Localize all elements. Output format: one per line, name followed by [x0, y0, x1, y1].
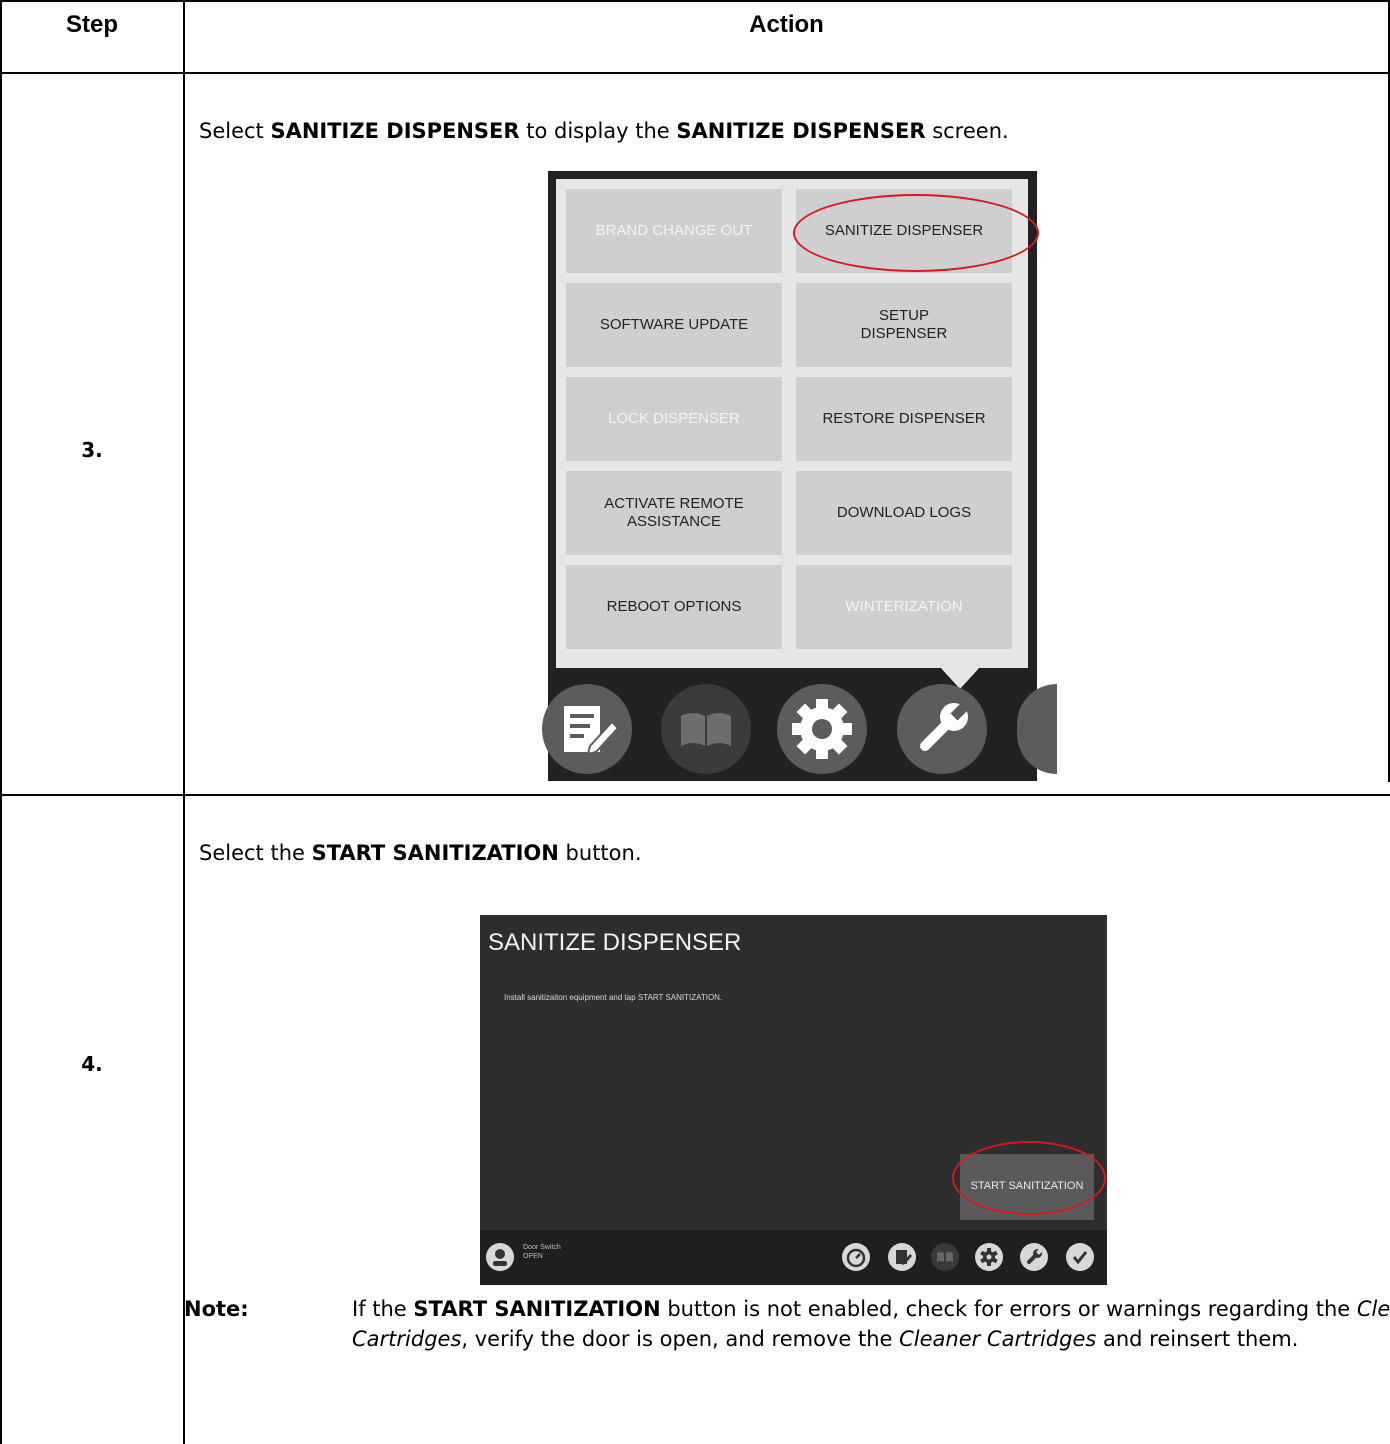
step-number: 3. — [81, 438, 103, 462]
instruction-message: Install sanitizaiton equipment and tap S… — [504, 993, 723, 1002]
user-icon[interactable] — [486, 1243, 514, 1271]
download-logs-button[interactable]: DOWNLOAD LOGS — [796, 471, 1012, 555]
restore-dispenser-button[interactable]: RESTORE DISPENSER — [796, 377, 1012, 461]
highlight-ring — [952, 1141, 1106, 1215]
gear-icon[interactable] — [975, 1243, 1003, 1271]
table-border-left — [0, 0, 2, 1444]
brand-change-out-button[interactable]: BRAND CHANGE OUT — [566, 189, 782, 273]
software-update-button[interactable]: SOFTWARE UPDATE — [566, 283, 782, 367]
wrench-icon[interactable] — [1020, 1243, 1048, 1271]
table-column-divider — [183, 0, 185, 1444]
door-label: Door Switch — [523, 1244, 561, 1251]
note-text: If the START SANITIZATION button is not … — [352, 1297, 1390, 1351]
check-icon[interactable] — [1066, 1243, 1094, 1271]
header-action: Action — [749, 11, 824, 38]
maintenance-menu-screenshot: BRAND CHANGE OUT SANITIZE DISPENSER SOFT… — [542, 171, 1057, 781]
header-row-divider — [0, 72, 1390, 74]
row-divider — [0, 794, 1390, 796]
edit-icon[interactable] — [542, 684, 632, 774]
lock-dispenser-button[interactable]: LOCK DISPENSER — [566, 377, 782, 461]
door-switch-status: Door Switch OPEN — [523, 1244, 561, 1262]
step-instruction: Select SANITIZE DISPENSER to display the… — [199, 119, 1009, 143]
screen-title: SANITIZE DISPENSER — [488, 929, 742, 956]
activate-remote-assistance-button[interactable]: ACTIVATE REMOTE ASSISTANCE — [566, 471, 782, 555]
gear-icon[interactable] — [777, 684, 867, 774]
sanitize-dispenser-screenshot: SANITIZE DISPENSER Install sanitizaiton … — [480, 915, 1107, 1285]
reboot-options-button[interactable]: REBOOT OPTIONS — [566, 565, 782, 649]
status-toolbar: Door Switch OPEN — [480, 1230, 1107, 1285]
step-instruction: Select the START SANITIZATION button. — [199, 841, 642, 865]
book-icon[interactable] — [931, 1243, 959, 1271]
book-icon[interactable] — [661, 684, 751, 774]
note-label: Note: — [184, 1297, 249, 1321]
winterization-button[interactable]: WINTERIZATION — [796, 565, 1012, 649]
timer-icon[interactable] — [842, 1243, 870, 1271]
edit-icon[interactable] — [888, 1243, 916, 1271]
partial-icon — [1017, 684, 1057, 774]
header-step: Step — [65, 11, 118, 38]
step-number: 4. — [81, 1052, 103, 1076]
setup-dispenser-button[interactable]: SETUP DISPENSER — [796, 283, 1012, 367]
highlight-ring — [793, 194, 1039, 272]
door-value: OPEN — [523, 1252, 543, 1260]
wrench-icon[interactable] — [897, 684, 987, 774]
table-border-top — [0, 0, 1390, 2]
